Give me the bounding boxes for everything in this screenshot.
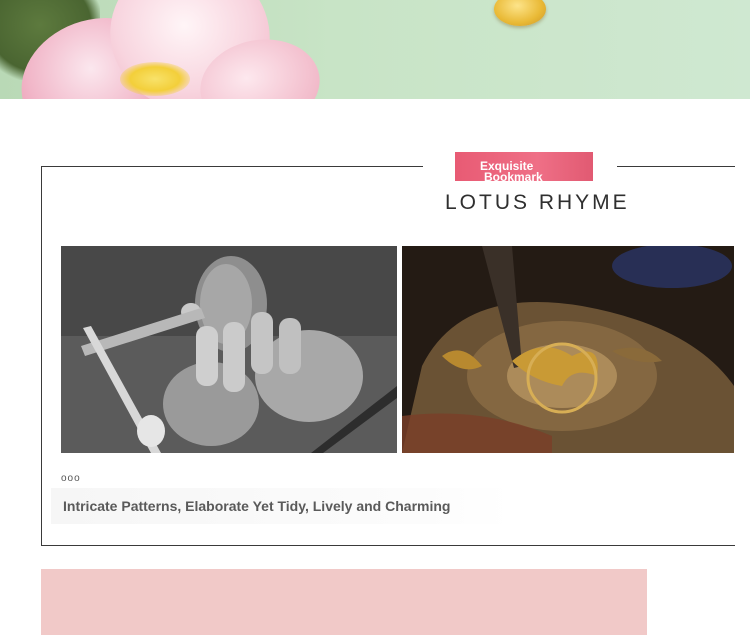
grinding-craft-photo xyxy=(61,246,397,453)
section-tag: Exquisite Bookmark xyxy=(455,152,593,184)
caption-text: Intricate Patterns, Elaborate Yet Tidy, … xyxy=(63,498,451,514)
tag-line-2: Bookmark xyxy=(484,170,543,184)
gold-engraving-photo xyxy=(402,246,734,453)
frame-border xyxy=(41,166,42,546)
gold-bead-graphic xyxy=(494,0,546,26)
ellipsis-decoration: ooo xyxy=(61,473,81,484)
next-section-block xyxy=(41,569,647,635)
section-title: LOTUS RHYME xyxy=(445,191,630,214)
lotus-stamen xyxy=(120,62,190,96)
hero-banner xyxy=(0,0,750,99)
frame-border xyxy=(41,166,423,167)
frame-border xyxy=(41,545,735,546)
frame-border xyxy=(617,166,735,167)
caption-box: Intricate Patterns, Elaborate Yet Tidy, … xyxy=(51,488,511,524)
